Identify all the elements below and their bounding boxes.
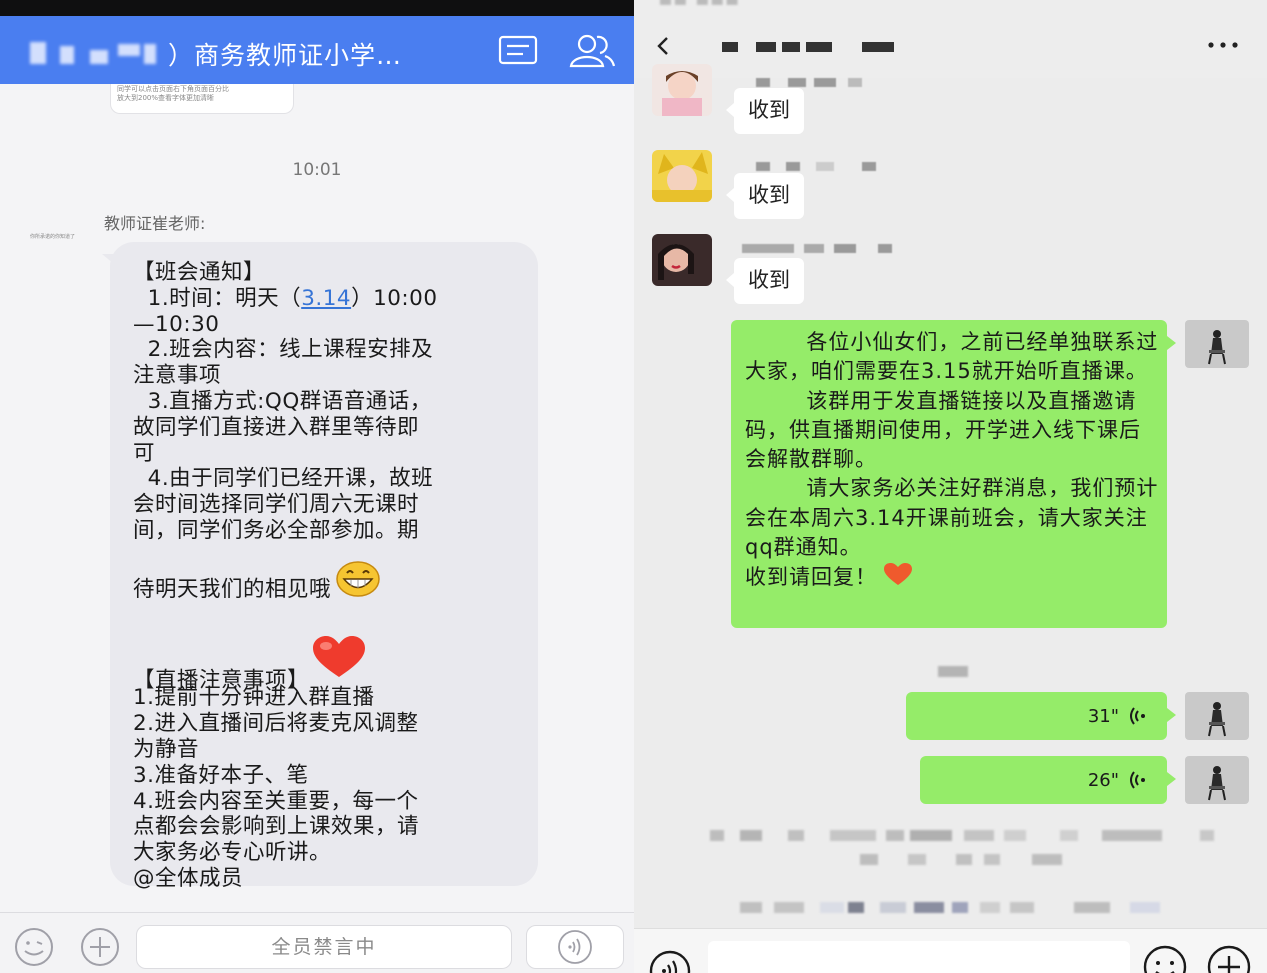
message-line: 故同学们直接进入群里等待即 [133, 414, 420, 440]
voice-duration: 26" [1087, 770, 1119, 791]
red-heart-icon [311, 635, 367, 686]
announcement-paragraph: 请大家务必关注好群消息，我们预计会在本周六3.14开课前班会，请大家关注qq群通… [745, 476, 1159, 560]
message-line: 4.班会内容至关重要，每一个 [133, 788, 419, 814]
message-timestamp: 10:01 [292, 160, 342, 180]
announcement-paragraph: 各位小仙女们，之前已经单独联系过大家，咱们需要在3.15就开始听直播课。 [745, 330, 1159, 384]
orange-heart-icon [883, 562, 913, 594]
sender-name: 教师证崔老师: [104, 214, 206, 233]
voice-message[interactable]: 26" [920, 756, 1176, 804]
group-title[interactable]: ）商务教师证小学… [168, 36, 402, 72]
grin-emoji-icon [335, 560, 381, 605]
muted-input-field: 全员禁言中 [136, 925, 512, 969]
qq-chat-panel: ）商务教师证小学… 同学可以点击页面右下角页面百分比 放大到200%查看字体更加… [0, 0, 634, 973]
announcement-paragraph: 收到请回复！ [745, 565, 877, 590]
qq-chat-header: ）商务教师证小学… [0, 16, 634, 84]
self-avatar[interactable] [1185, 320, 1249, 368]
voice-wave-icon [1129, 706, 1149, 726]
plus-icon[interactable] [78, 927, 122, 967]
emoji-icon[interactable] [12, 927, 56, 967]
status-time-blurred: ▪▪ ▪▪▪ [658, 0, 740, 11]
message-line: —10:30 [133, 311, 220, 337]
group-members-icon[interactable] [566, 30, 618, 70]
image-preview-card[interactable]: 同学可以点击页面右下角页面百分比 放大到200%查看字体更加清晰 [110, 84, 294, 114]
blurred-time-divider [938, 666, 978, 678]
voice-duration: 31" [1087, 706, 1119, 727]
incoming-message[interactable]: 收到 [726, 173, 804, 219]
message-line: 间，同学们务必全部参加。期 [133, 517, 420, 543]
more-dots-icon[interactable] [1200, 30, 1246, 60]
message-line: 【班会通知】 [133, 260, 266, 285]
message-line: 4.由于同学们已经开课，故班 [133, 466, 434, 492]
self-avatar[interactable] [1185, 692, 1249, 740]
message-bubble[interactable]: 【班会通知】 1.时间：明天（3.14）10:00 —10:30 2.班会内容：线… [102, 242, 538, 891]
voice-button[interactable] [526, 925, 624, 969]
message-line: 2.进入直播间后将麦克风调整 [133, 711, 419, 737]
member-avatar[interactable] [652, 64, 712, 116]
message-line: 大家务必专心听讲。 [133, 840, 332, 866]
qq-input-bar: 全员禁言中 [0, 912, 634, 973]
message-line: 注意事项 [133, 363, 222, 389]
message-line: 点都会会影响到上课效果，请 [133, 814, 420, 840]
chevron-left-icon[interactable] [648, 28, 678, 64]
blurred-group-avatar [30, 42, 170, 80]
preview-line: 放大到200%查看字体更加清晰 [117, 94, 215, 102]
message-line: 3.准备好本子、笔 [133, 762, 309, 788]
incoming-message[interactable]: 收到 [726, 88, 804, 134]
voice-message[interactable]: 31" [906, 692, 1176, 740]
date-link[interactable]: 3.14 [301, 286, 351, 311]
blurred-nickname [742, 244, 902, 254]
message-line: 1.时间：明天（3.14）10:00 [133, 285, 438, 311]
voice-wave-icon [555, 928, 595, 966]
wechat-chat-panel: ▪▪ ▪▪▪ 收到 收到 收到 [634, 0, 1267, 973]
blurred-nickname [756, 162, 896, 172]
blurred-nickname [756, 78, 896, 88]
voice-wave-icon [1129, 770, 1149, 790]
message-line: 可 [133, 440, 156, 466]
wechat-chat-header: ▪▪ ▪▪▪ [634, 0, 1267, 78]
sender-avatar[interactable]: 你所承诺的你知道了 [30, 234, 80, 240]
chat-list-icon[interactable] [494, 32, 542, 68]
blurred-system-notice [710, 830, 1230, 842]
emoji-icon[interactable] [1140, 945, 1190, 973]
blurred-chat-name [722, 40, 922, 58]
preview-line: 同学可以点击页面右下角页面百分比 [117, 85, 229, 93]
status-bar [0, 0, 634, 16]
announcement-paragraph: 该群用于发直播链接以及直播邀请码，供直播期间使用，开学进入线下课后会解散群聊。 [745, 388, 1141, 472]
wechat-input-bar [634, 928, 1267, 973]
announcement-text: 各位小仙女们，之前已经单独联系过大家，咱们需要在3.15就开始听直播课。 该群用… [745, 328, 1159, 595]
member-avatar[interactable] [652, 150, 712, 202]
self-avatar[interactable] [1185, 756, 1249, 804]
message-line: 会时间选择同学们周六无课时 [133, 492, 420, 518]
voice-toggle-icon[interactable] [648, 949, 692, 973]
message-line: 2.班会内容：线上课程安排及 [133, 337, 434, 363]
blurred-system-notice [860, 854, 1080, 866]
message-line: 1.提前十分钟进入群直播 [133, 685, 375, 711]
message-line: 3.直播方式:QQ群语音通话， [133, 388, 432, 414]
blurred-system-notice [740, 902, 1180, 914]
outgoing-announcement[interactable]: 各位小仙女们，之前已经单独联系过大家，咱们需要在3.15就开始听直播课。 该群用… [731, 320, 1176, 628]
message-line: 待明天我们的相见哦 [133, 560, 525, 605]
member-avatar[interactable] [652, 234, 712, 286]
message-text: 【班会通知】 1.时间：明天（3.14）10:00 —10:30 2.班会内容：线… [133, 260, 525, 892]
plus-icon[interactable] [1204, 945, 1254, 973]
mention-all[interactable]: @全体成员 [133, 866, 525, 892]
incoming-message[interactable]: 收到 [726, 258, 804, 304]
message-line: 为静音 [133, 736, 200, 762]
message-input[interactable] [708, 941, 1130, 973]
